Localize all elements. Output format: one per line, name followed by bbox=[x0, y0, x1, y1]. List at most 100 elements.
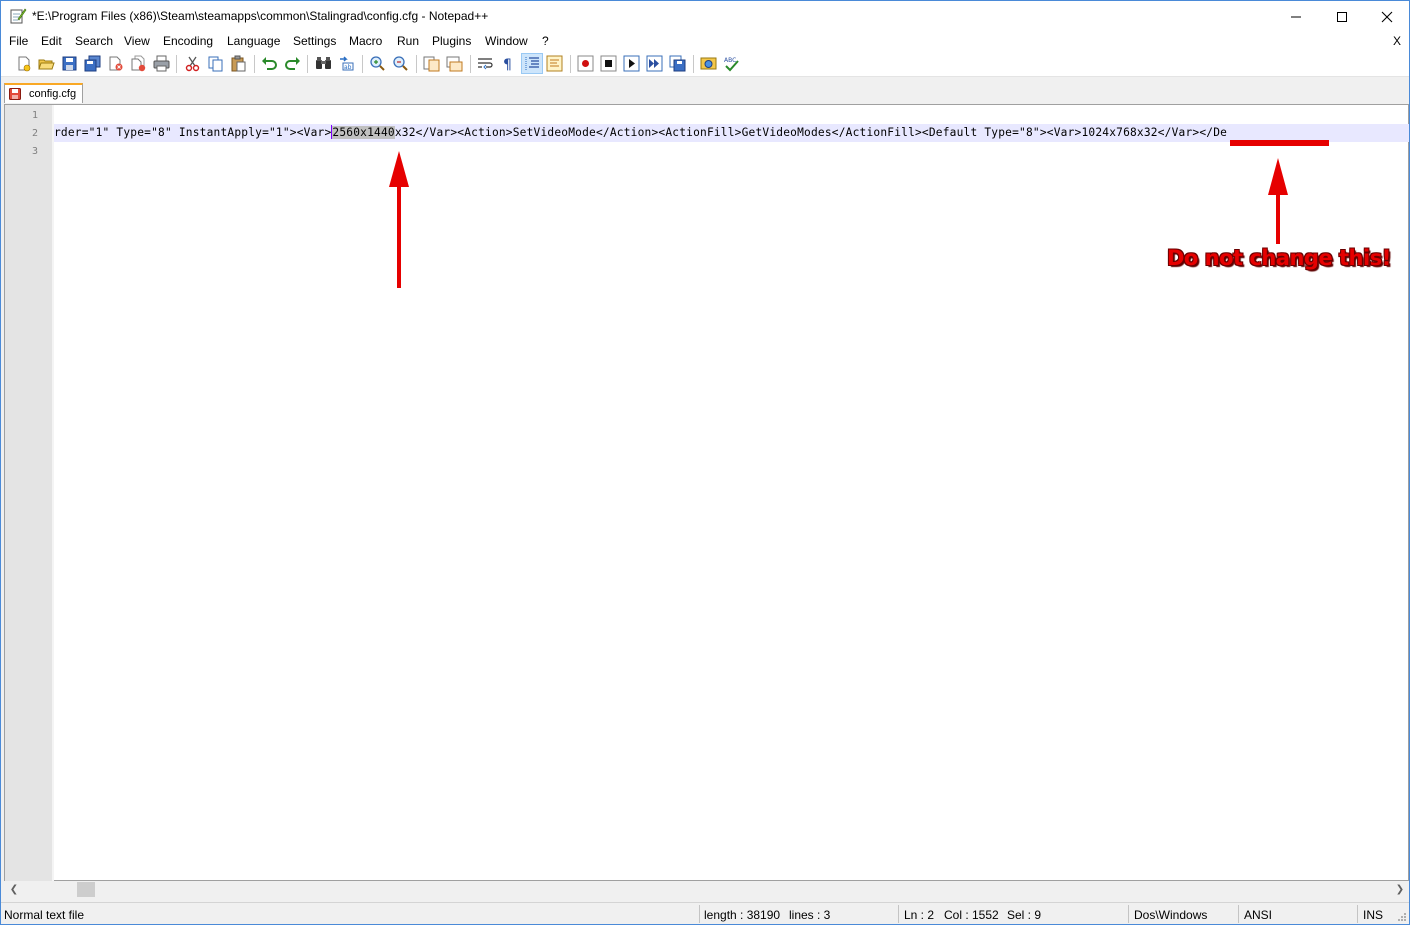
paste-icon[interactable] bbox=[230, 55, 247, 72]
record-macro-icon[interactable] bbox=[577, 55, 594, 72]
indent-guide-icon[interactable] bbox=[524, 55, 541, 72]
status-encoding[interactable]: ANSI bbox=[1244, 908, 1272, 922]
replace-icon[interactable]: ab bbox=[338, 55, 355, 72]
scrollbar-thumb[interactable] bbox=[77, 882, 95, 897]
document-tab-bar: config.cfg bbox=[1, 79, 1409, 104]
new-file-icon[interactable] bbox=[15, 55, 32, 72]
undo-icon[interactable] bbox=[261, 55, 278, 72]
minimize-button[interactable] bbox=[1273, 1, 1319, 32]
stop-record-icon[interactable] bbox=[600, 55, 617, 72]
menu-settings[interactable]: Settings bbox=[293, 34, 336, 48]
code-text-after-selection: x32</Var><Action>SetVideoMode</Action><A… bbox=[394, 126, 1228, 139]
run-macro-multiple-icon[interactable] bbox=[646, 55, 663, 72]
menu-macro[interactable]: Macro bbox=[349, 34, 382, 48]
tab-label: config.cfg bbox=[29, 88, 77, 100]
status-file-type: Normal text file bbox=[4, 908, 85, 922]
line-number: 2 bbox=[31, 128, 38, 139]
close-document-button[interactable]: X bbox=[1393, 34, 1401, 48]
close-window-button[interactable] bbox=[1364, 1, 1410, 32]
toolbar-separator bbox=[307, 55, 308, 73]
menu-view[interactable]: View bbox=[124, 34, 150, 48]
launch-browser-icon[interactable] bbox=[700, 55, 717, 72]
svg-text:¶: ¶ bbox=[503, 57, 512, 72]
save-macro-icon[interactable] bbox=[669, 55, 686, 72]
menu-help[interactable]: ? bbox=[542, 34, 549, 48]
copy-icon[interactable] bbox=[207, 55, 224, 72]
toolbar-separator bbox=[570, 55, 571, 73]
title-bar[interactable]: *E:\Program Files (x86)\Steam\steamapps\… bbox=[1, 1, 1409, 32]
toolbar-separator bbox=[416, 55, 417, 73]
toolbar-separator bbox=[176, 55, 177, 73]
show-all-chars-icon[interactable]: ¶ bbox=[500, 55, 517, 72]
minimize-icon bbox=[1291, 16, 1301, 17]
status-lines: lines : 3 bbox=[789, 908, 831, 922]
status-sel: Sel : 9 bbox=[1007, 908, 1042, 922]
print-icon[interactable] bbox=[153, 55, 170, 72]
line-number-gutter: 1 2 3 bbox=[5, 105, 52, 881]
toolbar-separator bbox=[254, 55, 255, 73]
status-separator bbox=[699, 905, 700, 923]
zoom-out-icon[interactable] bbox=[392, 55, 409, 72]
toolbar-separator bbox=[693, 55, 694, 73]
toolbar-separator bbox=[470, 55, 471, 73]
close-file-icon[interactable] bbox=[107, 55, 124, 72]
scroll-left-arrow-icon[interactable]: ❮ bbox=[7, 883, 21, 896]
horizontal-scrollbar[interactable]: ❮ ❯ bbox=[5, 881, 1409, 898]
window-title: *E:\Program Files (x86)\Steam\steamapps\… bbox=[32, 9, 489, 23]
menu-file[interactable]: File bbox=[9, 34, 28, 48]
save-icon[interactable] bbox=[61, 55, 78, 72]
zoom-in-icon[interactable] bbox=[369, 55, 386, 72]
menu-run[interactable]: Run bbox=[397, 34, 419, 48]
menu-language[interactable]: Language bbox=[227, 34, 280, 48]
notepadpp-window: *E:\Program Files (x86)\Steam\steamapps\… bbox=[0, 0, 1410, 925]
toolbar: ab ¶ ABC bbox=[1, 51, 1409, 77]
code-line-2: rder="1" Type="8" InstantApply="1"><Var>… bbox=[54, 125, 1227, 139]
find-icon[interactable] bbox=[315, 55, 332, 72]
status-separator bbox=[1357, 905, 1358, 923]
svg-text:ab: ab bbox=[344, 64, 352, 71]
status-bar: Normal text file length : 38190 lines : … bbox=[1, 902, 1409, 924]
scroll-right-arrow-icon[interactable]: ❯ bbox=[1393, 883, 1407, 896]
sync-vertical-icon[interactable] bbox=[423, 55, 440, 72]
cut-icon[interactable] bbox=[184, 55, 201, 72]
menu-window[interactable]: Window bbox=[485, 34, 528, 48]
status-ln: Ln : 2 bbox=[904, 908, 935, 922]
status-separator bbox=[898, 905, 899, 923]
selected-text: 2560x1440 bbox=[332, 126, 395, 139]
line-number: 3 bbox=[31, 146, 38, 157]
open-file-icon[interactable] bbox=[38, 55, 55, 72]
code-area[interactable]: rder="1" Type="8" InstantApply="1"><Var>… bbox=[54, 105, 1409, 881]
unsaved-file-icon bbox=[9, 88, 21, 100]
maximize-button[interactable] bbox=[1319, 1, 1365, 32]
status-insert-mode[interactable]: INS bbox=[1363, 908, 1383, 922]
menu-plugins[interactable]: Plugins bbox=[432, 34, 471, 48]
status-separator bbox=[1128, 905, 1129, 923]
spellcheck-icon[interactable]: ABC bbox=[723, 55, 740, 72]
status-length: length : 38190 bbox=[704, 908, 781, 922]
svg-text:ABC: ABC bbox=[724, 57, 736, 64]
menu-bar: File Edit Search View Encoding Language … bbox=[1, 32, 1409, 51]
close-icon bbox=[1381, 11, 1393, 22]
menu-search[interactable]: Search bbox=[75, 34, 113, 48]
menu-edit[interactable]: Edit bbox=[41, 34, 62, 48]
sync-horizontal-icon[interactable] bbox=[446, 55, 463, 72]
annotation-warning-text: Do not change this! bbox=[1167, 246, 1391, 270]
redo-icon[interactable] bbox=[284, 55, 301, 72]
menu-encoding[interactable]: Encoding bbox=[163, 34, 213, 48]
playback-icon[interactable] bbox=[623, 55, 640, 72]
doc-map-icon[interactable] bbox=[546, 55, 563, 72]
text-editor[interactable]: 1 2 3 rder="1" Type="8" InstantApply="1"… bbox=[4, 104, 1409, 881]
line-number: 1 bbox=[31, 110, 38, 121]
status-eol-format[interactable]: Dos\Windows bbox=[1134, 908, 1207, 922]
status-separator bbox=[1238, 905, 1239, 923]
save-all-icon[interactable] bbox=[84, 55, 101, 72]
word-wrap-icon[interactable] bbox=[477, 55, 494, 72]
toolbar-separator bbox=[362, 55, 363, 73]
code-text-before-selection: rder="1" Type="8" InstantApply="1"><Var> bbox=[54, 126, 332, 139]
maximize-icon bbox=[1337, 11, 1347, 22]
tab-config-cfg[interactable]: config.cfg bbox=[4, 83, 83, 103]
close-all-icon[interactable] bbox=[130, 55, 147, 72]
notepadpp-app-icon bbox=[10, 8, 27, 24]
status-col: Col : 1552 bbox=[944, 908, 999, 922]
resize-grip-icon[interactable] bbox=[1397, 912, 1407, 922]
